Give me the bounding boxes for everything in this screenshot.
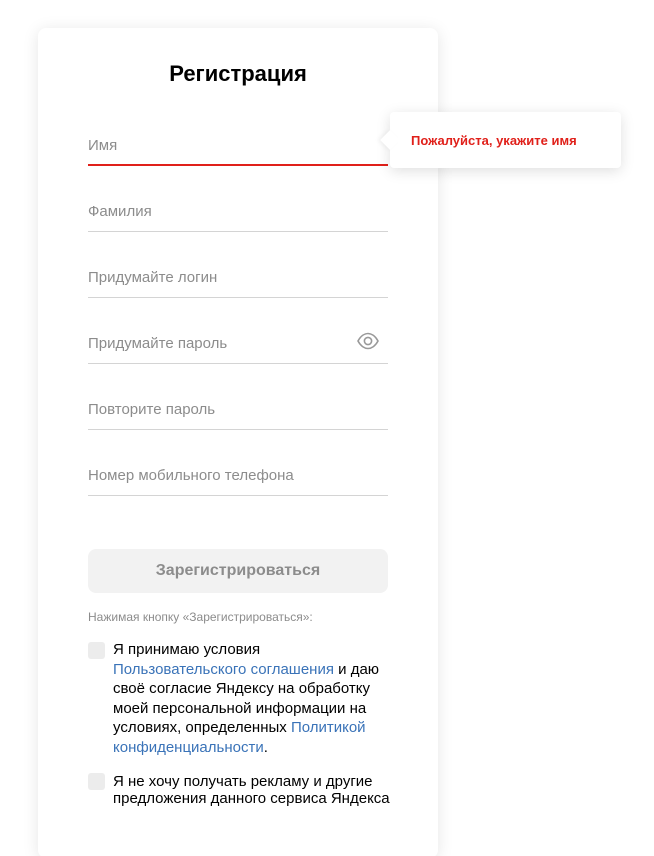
password-input[interactable] — [88, 324, 388, 363]
submit-hint: Нажимая кнопку «Зарегистрироваться»: — [88, 610, 313, 624]
last-name-input[interactable] — [88, 192, 388, 231]
no-ads-text: Я не хочу получать рекламу и другие пред… — [113, 773, 390, 807]
login-input[interactable] — [88, 258, 388, 297]
password-repeat-input[interactable] — [88, 390, 388, 429]
agreement-text: Я принимаю условия Пользовательского сог… — [113, 641, 380, 756]
first-name-field — [88, 126, 388, 166]
error-tooltip: Пожалуйста, укажите имя — [390, 112, 621, 168]
login-field — [88, 258, 388, 298]
password-repeat-field — [88, 390, 388, 430]
password-field — [88, 324, 388, 364]
registration-card: Регистрация Зарегистрироваться Нажимая к… — [38, 28, 438, 856]
page-title: Регистрация — [169, 61, 307, 86]
register-button[interactable]: Зарегистрироваться — [88, 549, 388, 593]
phone-field — [88, 456, 388, 496]
error-message: Пожалуйста, укажите имя — [411, 133, 577, 148]
eye-icon[interactable] — [356, 332, 380, 350]
phone-input[interactable] — [88, 456, 388, 495]
terms-link[interactable]: Пользовательского соглашения — [113, 661, 334, 678]
no-ads-checkbox[interactable] — [88, 773, 105, 790]
first-name-input[interactable] — [88, 126, 388, 164]
agreement-checkbox[interactable] — [88, 642, 105, 659]
last-name-field — [88, 192, 388, 232]
